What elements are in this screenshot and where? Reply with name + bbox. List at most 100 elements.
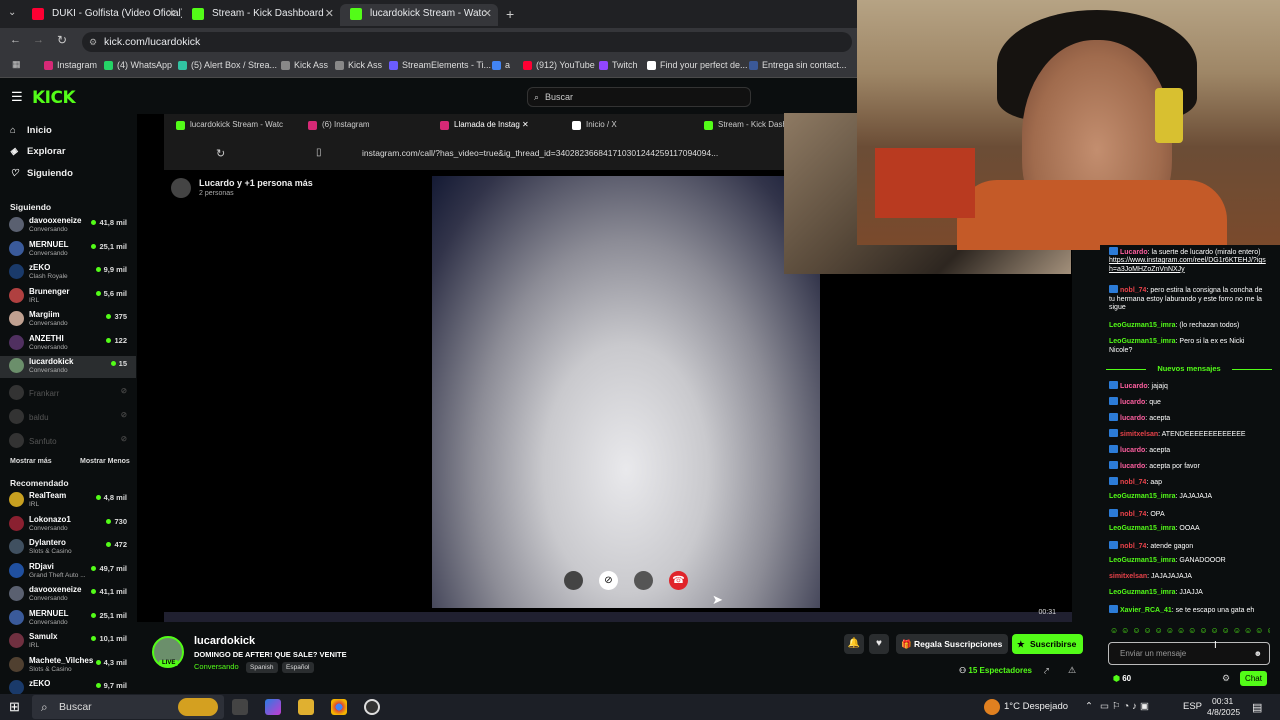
windows-start-icon[interactable]: ⊞ bbox=[9, 699, 20, 715]
browser-tab-1[interactable]: DUKI - Golfista (Video Oficial) - ✕ bbox=[22, 4, 182, 26]
apps-icon[interactable]: ▦ bbox=[12, 59, 21, 70]
tab-search-icon[interactable]: ⌄ bbox=[8, 7, 16, 18]
new-tab-icon[interactable]: + bbox=[506, 6, 514, 22]
chat-username[interactable]: LeoGuzman15_imra bbox=[1109, 493, 1176, 500]
channel-points[interactable]: ⬢ 60 bbox=[1113, 674, 1131, 683]
bookmark-item[interactable]: StreamElements - Ti... bbox=[389, 60, 491, 70]
bookmark-item[interactable]: Kick Ass bbox=[335, 60, 382, 70]
settings-gear-icon[interactable]: ⚙ bbox=[1222, 673, 1230, 684]
obs-icon[interactable] bbox=[364, 699, 380, 715]
emote-bar[interactable]: ☺☺☺☺☺☺☺☺☺☺☺☺☺☺☺☺ bbox=[1110, 626, 1270, 636]
nav-following[interactable]: ♡ Siguiendo bbox=[10, 168, 73, 179]
sidebar-channel-machete_vilches[interactable]: Machete_Vilches Slots & Casino 4,3 mil bbox=[0, 655, 136, 677]
nav-home[interactable]: ⌂ Inicio bbox=[10, 125, 52, 136]
sidebar-channel-offline[interactable]: baldu ⊘ bbox=[0, 407, 136, 429]
chat-username[interactable]: Lucardo bbox=[1120, 383, 1148, 390]
chat-username[interactable]: simitxelsan bbox=[1120, 431, 1158, 438]
search-input[interactable]: ⌕ Buscar bbox=[527, 87, 751, 107]
taskbar-date[interactable]: 4/8/2025 bbox=[1207, 707, 1240, 717]
sidebar-channel-zeko[interactable]: zEKO Clash Royale 9,9 mil bbox=[0, 262, 136, 284]
back-icon[interactable]: ← bbox=[10, 34, 21, 46]
sidebar-channel-samulx[interactable]: Samulx IRL 10,1 mil bbox=[0, 631, 136, 653]
weather-icon[interactable] bbox=[984, 699, 1000, 715]
input-language[interactable]: ESP bbox=[1183, 701, 1202, 712]
reload-icon[interactable]: ↻ bbox=[57, 33, 67, 47]
follow-heart-icon[interactable]: ♥ bbox=[869, 634, 889, 654]
bookmark-item[interactable]: Kick Ass bbox=[281, 60, 328, 70]
bookmark-item[interactable]: a bbox=[492, 60, 510, 70]
menu-icon[interactable]: ☰ bbox=[11, 89, 23, 105]
chat-username[interactable]: LeoGuzman15_imra bbox=[1109, 525, 1176, 532]
tag-pill[interactable]: Español bbox=[282, 662, 314, 673]
emoji-icon[interactable]: ☻ bbox=[1254, 643, 1262, 664]
file-explorer-icon[interactable] bbox=[298, 699, 314, 715]
browser-tab-2[interactable]: Stream - Kick Dashboard ✕ bbox=[182, 4, 340, 26]
sidebar-channel-margiim[interactable]: Margiim Conversando 375 bbox=[0, 309, 136, 331]
browser-tab-3-active[interactable]: lucardokick Stream - Watc ✕ bbox=[340, 4, 498, 26]
site-info-icon[interactable]: ⚙ bbox=[89, 32, 97, 52]
sidebar-channel-lokonazo1[interactable]: Lokonazo1 Conversando 730 bbox=[0, 514, 136, 536]
chat-username[interactable]: LeoGuzman15_imra bbox=[1109, 589, 1176, 596]
report-icon[interactable]: ⚠ bbox=[1068, 665, 1076, 676]
chat-username[interactable]: Lucardo bbox=[1120, 249, 1148, 256]
chat-username[interactable]: lucardo bbox=[1120, 447, 1145, 454]
tag-pill[interactable]: Spanish bbox=[246, 662, 278, 673]
subscribe-button[interactable]: ★ Suscribirse bbox=[1012, 634, 1084, 654]
share-icon[interactable]: ⤤ bbox=[1044, 666, 1049, 677]
sidebar-channel-offline[interactable]: Sanfuto ⊘ bbox=[0, 431, 136, 453]
sidebar-channel-offline[interactable]: Frankarr ⊘ bbox=[0, 383, 136, 405]
nav-explore[interactable]: ◈ Explorar bbox=[10, 146, 66, 157]
bookmark-item[interactable]: Twitch bbox=[599, 60, 638, 70]
chat-username[interactable]: LeoGuzman15_imra bbox=[1109, 338, 1176, 345]
chat-username[interactable]: lucardo bbox=[1120, 399, 1145, 406]
sidebar-channel-mernuel[interactable]: MERNUEL Conversando 25,1 mil bbox=[0, 608, 136, 630]
task-view-icon[interactable] bbox=[232, 699, 248, 715]
bookmark-item[interactable]: (4) WhatsApp bbox=[104, 60, 172, 70]
close-icon[interactable]: ✕ bbox=[167, 4, 176, 24]
close-icon[interactable]: ✕ bbox=[325, 4, 334, 24]
bookmark-item[interactable]: (912) YouTube bbox=[523, 60, 595, 70]
show-less-link[interactable]: Mostrar Menos bbox=[80, 458, 130, 465]
sidebar-channel-davooxeneize[interactable]: davooxeneize Conversando 41,8 mil bbox=[0, 215, 136, 237]
close-icon[interactable]: ✕ bbox=[483, 4, 492, 24]
notification-bell-icon[interactable]: 🔔 bbox=[844, 634, 864, 654]
notifications-icon[interactable]: ▤ bbox=[1252, 701, 1262, 714]
chat-username[interactable]: nobl_74 bbox=[1120, 287, 1146, 294]
chat-username[interactable]: LeoGuzman15_imra bbox=[1109, 322, 1176, 329]
chat-username[interactable]: nobl_74 bbox=[1120, 543, 1146, 550]
new-messages-divider[interactable]: Nuevos mensajes bbox=[1106, 364, 1272, 373]
taskbar-search[interactable]: ⌕ Buscar bbox=[32, 695, 224, 719]
chat-username[interactable]: simitxelsan bbox=[1109, 573, 1147, 580]
sidebar-channel-lucardokick[interactable]: lucardokick Conversando 15 bbox=[0, 356, 136, 378]
chrome-icon[interactable] bbox=[331, 699, 347, 715]
channel-name[interactable]: lucardokick bbox=[194, 635, 255, 647]
kick-logo[interactable]: KICK bbox=[32, 88, 76, 108]
sidebar-channel-brunenger[interactable]: Brunenger IRL 5,6 mil bbox=[0, 286, 136, 308]
show-more-link[interactable]: Mostrar más bbox=[10, 458, 52, 465]
bookmark-item[interactable]: (5) Alert Box / Strea... bbox=[178, 60, 277, 70]
stream-category[interactable]: Conversando bbox=[194, 662, 239, 671]
sidebar-channel-anzethi[interactable]: ANZETHI Conversando 122 bbox=[0, 333, 136, 355]
chat-input[interactable]: Enviar un mensaje ☻ bbox=[1108, 642, 1270, 665]
tray-chevron-icon[interactable]: ⌃ bbox=[1085, 701, 1093, 712]
sidebar-channel-realteam[interactable]: RealTeam IRL 4,8 mil bbox=[0, 490, 136, 512]
weather-text[interactable]: 1°C Despejado bbox=[1004, 701, 1068, 712]
sidebar-channel-rdjavi[interactable]: RDjavi Grand Theft Auto ... 49,7 mil bbox=[0, 561, 136, 583]
url-field[interactable]: ⚙ kick.com/lucardokick bbox=[82, 32, 852, 52]
forward-icon[interactable]: → bbox=[33, 34, 44, 46]
sidebar-channel-davooxeneize[interactable]: davooxeneize Conversando 41,1 mil bbox=[0, 584, 136, 606]
chat-link[interactable]: https://www.instagram.com/reel/DG1r6KTEH… bbox=[1109, 257, 1266, 273]
bookmark-item[interactable]: Entrega sin contact... bbox=[749, 60, 847, 70]
tray-system-icons[interactable]: ▭⚐◔♪▣ bbox=[1100, 701, 1152, 712]
chat-username[interactable]: LeoGuzman15_imra bbox=[1109, 557, 1176, 564]
chat-username[interactable]: lucardo bbox=[1120, 415, 1145, 422]
sidebar-channel-dylantero[interactable]: Dylantero Slots & Casino 472 bbox=[0, 537, 136, 559]
chat-username[interactable]: nobl_74 bbox=[1120, 511, 1146, 518]
sidebar-channel-mernuel[interactable]: MERNUEL Conversando 25,1 mil bbox=[0, 239, 136, 261]
chat-username[interactable]: lucardo bbox=[1120, 463, 1145, 470]
gift-subs-button[interactable]: 🎁 Regala Suscripciones bbox=[896, 634, 1009, 654]
chat-username[interactable]: Xavier_RCA_41 bbox=[1120, 607, 1172, 614]
chat-send-button[interactable]: Chat bbox=[1240, 671, 1267, 686]
taskbar-time[interactable]: 00:31 bbox=[1212, 696, 1233, 706]
bookmark-item[interactable]: Instagram bbox=[44, 60, 97, 70]
